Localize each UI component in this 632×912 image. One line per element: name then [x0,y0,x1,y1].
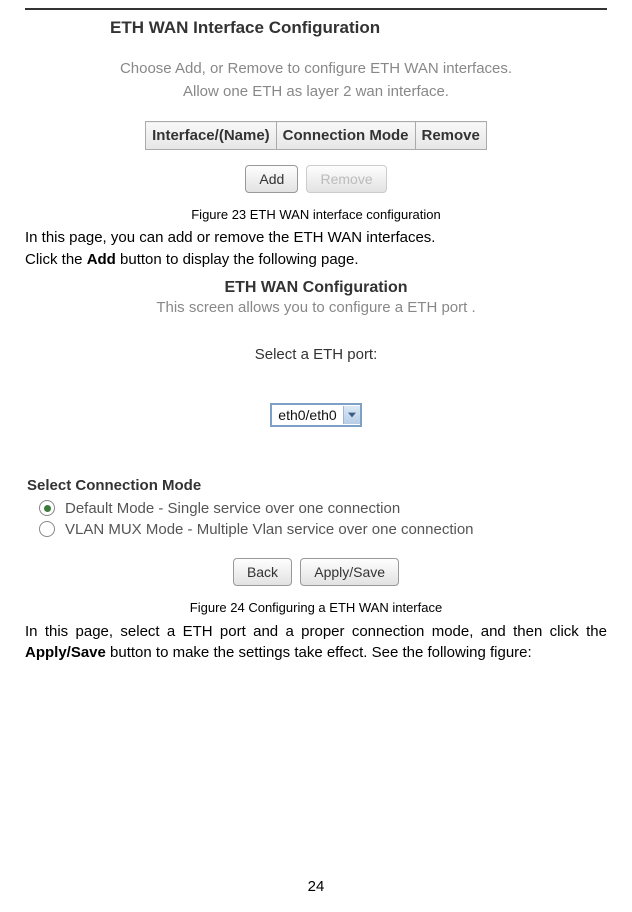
figure24-caption: Figure 24 Configuring a ETH WAN interfac… [25,600,607,615]
chevron-down-icon [343,406,360,424]
remove-button: Remove [306,165,386,193]
figure23-subtitle-line2: Allow one ETH as layer 2 wan interface. [183,83,449,100]
add-button[interactable]: Add [245,165,298,193]
eth-port-dropdown[interactable]: eth0/eth0 [270,403,361,427]
paragraph-1-line1: In this page, you can add or remove the … [25,228,607,248]
p2-c: button to make the settings take effect.… [106,644,532,661]
eth-port-dropdown-value: eth0/eth0 [272,405,342,425]
page-number: 24 [0,878,632,895]
p1l2-c: button to display the following page. [116,251,359,268]
figure23-subtitle-line1: Choose Add, or Remove to configure ETH W… [120,60,512,77]
figure23-title: ETH WAN Interface Configuration [110,18,607,38]
figure24-prompt: Select a ETH port: [25,346,607,363]
connection-mode-header: Select Connection Mode [27,477,607,494]
p2-a: In this page, select a ETH port and a pr… [25,623,607,640]
figure23-subtitle: Choose Add, or Remove to configure ETH W… [45,58,587,103]
back-button[interactable]: Back [233,558,292,586]
radio-icon-selected [39,500,55,516]
figure-23-top-border [25,8,607,10]
p2-b: Apply/Save [25,644,106,661]
apply-save-button[interactable]: Apply/Save [300,558,399,586]
paragraph-2: In this page, select a ETH port and a pr… [25,621,607,665]
p1l2-a: Click the [25,251,87,268]
radio-icon-unselected [39,521,55,537]
radio-vlan-mux-mode[interactable]: VLAN MUX Mode - Multiple Vlan service ov… [39,521,607,538]
radio-vlan-mux-mode-label: VLAN MUX Mode - Multiple Vlan service ov… [65,521,474,538]
radio-default-mode[interactable]: Default Mode - Single service over one c… [39,500,607,517]
p1l2-b: Add [87,251,116,268]
col-remove: Remove [415,122,486,150]
paragraph-1-line2: Click the Add button to display the foll… [25,250,607,270]
radio-default-mode-label: Default Mode - Single service over one c… [65,500,400,517]
figure23-caption: Figure 23 ETH WAN interface configuratio… [25,207,607,222]
figure24-title: ETH WAN Configuration [25,279,607,297]
col-connection-mode: Connection Mode [276,122,415,150]
interface-table: Interface/(Name) Connection Mode Remove [145,121,487,150]
col-interface-name: Interface/(Name) [146,122,277,150]
figure24-subtitle: This screen allows you to configure a ET… [25,299,607,316]
